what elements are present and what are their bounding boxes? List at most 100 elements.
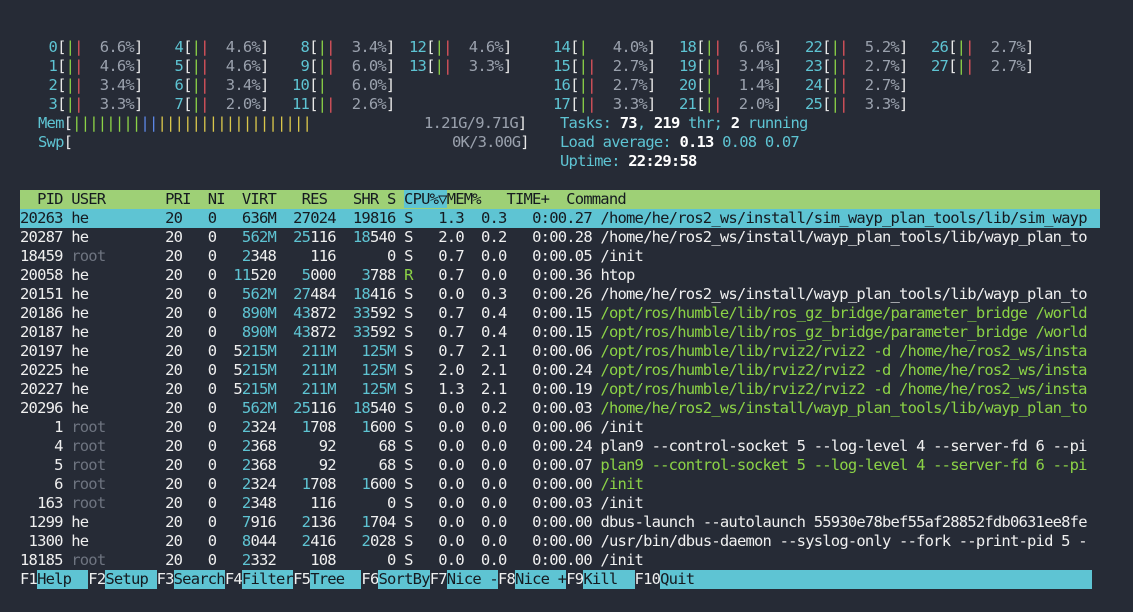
column-header-mem[interactable]: MEM% <box>447 190 482 208</box>
process-row[interactable]: 1299 he 20 0 7916 2136 1704 S 0.0 0.0 0:… <box>20 513 1088 532</box>
process-row[interactable]: 20225 he 20 0 5215M 211M 125M S 2.0 2.1 … <box>20 361 1088 380</box>
process-pid: 20263 <box>20 209 63 227</box>
cpu-meter-17: 17[|| 3.3%] <box>553 95 656 114</box>
process-row[interactable]: 6 root 20 0 2324 1708 1600 S 0.0 0.0 0:0… <box>20 475 644 494</box>
process-virt: 2368 <box>241 437 277 455</box>
process-row[interactable]: 5 root 20 0 2368 92 68 S 0.0 0.0 0:00.07… <box>20 456 1087 475</box>
cpu-meter-20: 20[| 1.4%] <box>679 76 782 95</box>
process-state: S <box>404 399 413 417</box>
cpu-bar: || <box>579 95 597 113</box>
process-table-header[interactable]: PID USER PRI NI VIRT RES SHR S CPU%▽MEM%… <box>20 190 1100 209</box>
fkey-f3-button[interactable]: Search <box>173 570 226 589</box>
cpu-bar-tick: | <box>839 76 848 94</box>
bracket-close: ] <box>646 95 656 113</box>
column-header-time[interactable]: TIME+ <box>481 190 558 208</box>
cpu-bar: || <box>705 57 723 75</box>
bracket-close: ] <box>259 38 269 56</box>
bracket-open: [ <box>309 95 318 113</box>
uptime-label: Uptime: <box>560 152 629 170</box>
cpu-percent: 3.3% <box>468 57 504 75</box>
fkey-f6-button[interactable]: SortBy <box>378 570 430 589</box>
column-header-ni[interactable]: NI <box>191 190 226 208</box>
process-state: S <box>404 285 413 303</box>
cpu-percent: 6.6% <box>99 38 135 56</box>
fkey-f10-button[interactable]: Quit <box>660 570 1093 589</box>
column-header-virt[interactable]: VIRT <box>225 190 277 208</box>
process-user: root <box>71 437 149 455</box>
process-row[interactable]: 4 root 20 0 2368 92 68 S 0.0 0.0 0:00.24… <box>20 437 1087 456</box>
bracket-open: [ <box>57 57 66 75</box>
cpu-bar: || <box>192 95 210 113</box>
process-state: S <box>404 361 413 379</box>
fkey-f1-button[interactable]: Help <box>37 570 89 589</box>
cpu-bar: || <box>831 95 849 113</box>
fkey-f4-button[interactable]: Filter <box>241 570 294 589</box>
fkey-f5-button[interactable]: Tree <box>310 570 362 589</box>
bracket-close: ] <box>259 57 269 75</box>
column-header-pid[interactable]: PID <box>20 190 63 208</box>
cpu-bar-tick: | <box>830 38 840 56</box>
process-row[interactable]: 20263 he 20 0 636M 27024 19816 S 1.3 0.3… <box>20 209 1100 228</box>
column-header-pri[interactable]: PRI <box>148 190 191 208</box>
process-row[interactable]: 18459 root 20 0 2348 116 0 S 0.7 0.0 0:0… <box>20 247 644 266</box>
process-mem: 0.3 <box>463 285 507 303</box>
process-row[interactable]: 163 root 20 0 2348 116 0 S 0.0 0.0 0:00.… <box>20 494 644 513</box>
cpu-meter-0: 0[|| 6.6%] <box>40 38 144 57</box>
process-time: 0:00.05 <box>506 247 593 265</box>
cpu-percent: 1.4% <box>738 76 774 94</box>
process-row[interactable]: 20187 he 20 0 890M 43872 33592 S 0.7 0.4… <box>20 323 1088 342</box>
column-header-user[interactable]: USER <box>63 190 148 208</box>
bracket-open: [ <box>309 76 318 94</box>
cpu-meter-26: 26[|| 2.7%] <box>931 38 1034 57</box>
process-row[interactable]: 1 root 20 0 2324 1708 1600 S 0.0 0.0 0:0… <box>20 418 644 437</box>
process-mem: 0.0 <box>463 551 507 569</box>
cpu-percent: 6.0% <box>351 76 387 94</box>
process-command: /opt/ros/humble/lib/rviz2/rviz2 -d /home… <box>600 380 1087 398</box>
load-average-meter: Load average: 0.13 0.08 0.07 <box>560 133 800 152</box>
cpu-bar-tick: | <box>74 57 83 75</box>
process-row[interactable]: 20151 he 20 0 562M 27484 18416 S 0.0 0.3… <box>20 285 1088 304</box>
fkey-f9-button[interactable]: Kill <box>583 570 635 589</box>
process-row[interactable]: 20058 he 20 0 11520 5000 3788 R 0.7 0.0 … <box>20 266 635 285</box>
process-shr: 125M <box>361 342 396 360</box>
bracket-close: ] <box>259 76 269 94</box>
cpu-percent: 6.6% <box>738 38 774 56</box>
pad <box>326 76 352 94</box>
cpu-meter-25: 25[|| 3.3%] <box>805 95 908 114</box>
cpu-bar-tick: | <box>965 57 974 75</box>
cpu-bar-tick: | <box>713 95 722 113</box>
pad <box>848 38 865 56</box>
cpu-id: 3 <box>40 95 58 113</box>
bracket-open: [ <box>570 38 579 56</box>
process-command: /home/he/ros2_ws/install/wayp_plan_tools… <box>600 228 1087 246</box>
column-header-cmd[interactable]: Command <box>558 190 627 208</box>
fkey-f2-button[interactable]: Setup <box>105 570 157 589</box>
column-header-shr[interactable]: SHR <box>327 190 379 208</box>
process-row[interactable]: 20287 he 20 0 562M 25116 18540 S 2.0 0.2… <box>20 228 1088 247</box>
cpu-percent: 4.0% <box>612 38 648 56</box>
process-row[interactable]: 18185 root 20 0 2332 108 0 S 0.0 0.0 0:0… <box>20 551 644 570</box>
process-row[interactable]: 20197 he 20 0 5215M 211M 125M S 0.7 2.1 … <box>20 342 1088 361</box>
column-header-cpu[interactable]: CPU%▽ <box>404 190 447 208</box>
sp <box>756 133 765 151</box>
column-header-res[interactable]: RES <box>276 190 328 208</box>
fkey-f9: F9 <box>566 570 584 588</box>
process-row[interactable]: 1300 he 20 0 8044 2416 2028 S 0.0 0.0 0:… <box>20 532 1088 551</box>
cpu-percent: 3.4% <box>738 57 774 75</box>
cpu-id: 27 <box>931 57 949 75</box>
fkey-f7-button[interactable]: Nice - <box>446 570 499 589</box>
process-row[interactable]: 20227 he 20 0 5215M 211M 125M S 1.3 2.1 … <box>20 380 1088 399</box>
fkey-f8-button[interactable]: Nice + <box>515 570 567 589</box>
cpu-bar-tick: | <box>956 38 966 56</box>
cpu-id: 12 <box>409 38 427 56</box>
process-shr: 0 <box>387 247 396 265</box>
cpu-id: 15 <box>553 57 571 75</box>
cpu-bar-tick: | <box>830 57 840 75</box>
process-row[interactable]: 20296 he 20 0 562M 25116 18540 S 0.0 0.2… <box>20 399 1088 418</box>
process-nice: 0 <box>182 456 217 474</box>
column-header-s[interactable]: S <box>378 190 404 208</box>
process-row[interactable]: 20186 he 20 0 890M 43872 33592 S 0.7 0.4… <box>20 304 1088 323</box>
process-pid: 1300 <box>20 532 64 550</box>
